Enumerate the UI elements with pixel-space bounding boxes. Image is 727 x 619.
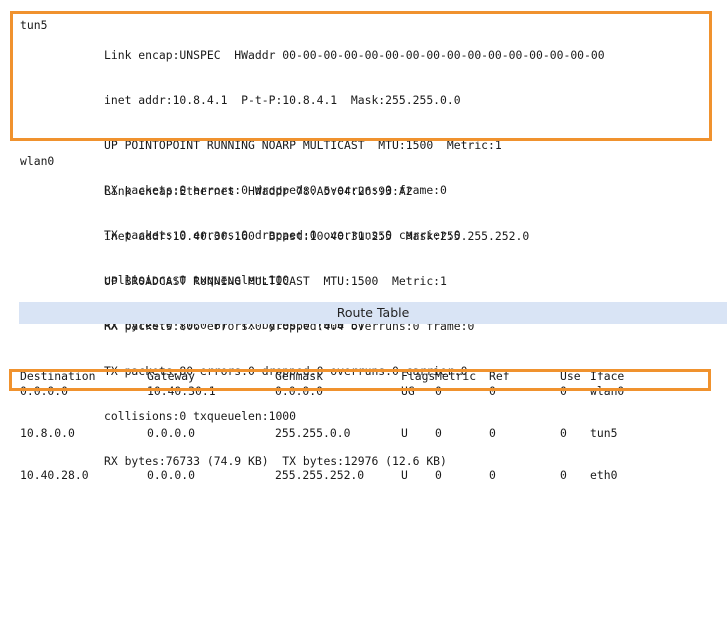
iface-line: Link encap:Ethernet HWaddr 78:A5:04:26:9… [104, 184, 413, 198]
col-header-ref: Ref [489, 369, 510, 383]
iface-line: UP POINTOPOINT RUNNING NOARP MULTICAST M… [104, 138, 502, 152]
route-table: Destination Gateway Genmask Flags Metric… [20, 339, 727, 482]
cell-iface: eth0 [590, 468, 618, 482]
iface-line: inet addr:10.8.4.1 P-t-P:10.8.4.1 Mask:2… [104, 93, 461, 107]
iface-name: wlan0 [20, 154, 55, 168]
cell-use: 0 [560, 384, 567, 398]
table-row: 10.8.0.0 0.0.0.0 255.255.0.0 U 0 0 0 tun… [20, 426, 617, 440]
cell-use: 0 [560, 468, 567, 482]
iface-line: UP BROADCAST RUNNING MULTICAST MTU:1500 … [104, 274, 447, 288]
cell-destination: 0.0.0.0 [20, 384, 69, 398]
cell-flags: U [401, 468, 408, 482]
terminal-output: { "interfaces": [ { "name": "tun5", "lin… [0, 0, 727, 482]
cell-destination: 10.8.0.0 [20, 426, 75, 440]
col-header-genmask: Genmask [275, 369, 324, 383]
cell-flags: UG [401, 384, 415, 398]
cell-gateway: 0.0.0.0 [147, 426, 196, 440]
cell-ref: 0 [489, 426, 496, 440]
col-header-flags: Flags [401, 369, 436, 383]
cell-metric: 0 [435, 426, 442, 440]
route-table-header-bar: Route Table [19, 302, 727, 324]
route-table-body: 0.0.0.0 10.40.30.1 0.0.0.0 UG 0 0 0 wlan… [20, 355, 624, 511]
cell-use: 0 [560, 426, 567, 440]
route-table-header-row: Destination Gateway Genmask Flags Metric… [20, 369, 727, 383]
iface-line: Link encap:UNSPEC HWaddr 00-00-00-00-00-… [104, 48, 605, 62]
iface-block-wlan0: wlan0 Link encap:Ethernet HWaddr 78:A5:0… [0, 154, 727, 468]
col-header-use: Use [560, 369, 581, 383]
iface-details: Link encap:Ethernet HWaddr 78:A5:04:26:9… [104, 154, 529, 499]
cell-destination: 10.40.28.0 [20, 468, 89, 482]
cell-genmask: 255.255.252.0 [275, 468, 365, 482]
cell-metric: 0 [435, 468, 442, 482]
iface-block-tun5: tun5 Link encap:UNSPEC HWaddr 00-00-00-0… [0, 18, 727, 332]
table-row: 10.40.28.0 0.0.0.0 255.255.252.0 U 0 0 0… [20, 468, 617, 482]
iface-line: RX bytes:76733 (74.9 KB) TX bytes:12976 … [104, 454, 447, 468]
cell-iface: wlan0 [590, 384, 625, 398]
cell-metric: 0 [435, 384, 442, 398]
cell-gateway: 10.40.30.1 [147, 384, 216, 398]
cell-genmask: 0.0.0.0 [275, 384, 324, 398]
col-header-gateway: Gateway [147, 369, 196, 383]
col-header-metric: Metric [435, 369, 477, 383]
cell-iface: tun5 [590, 426, 618, 440]
route-table-title: Route Table [336, 305, 410, 320]
cell-flags: U [401, 426, 408, 440]
col-header-iface: Iface [590, 369, 625, 383]
table-row: 0.0.0.0 10.40.30.1 0.0.0.0 UG 0 0 0 wlan… [20, 384, 624, 398]
cell-ref: 0 [489, 384, 496, 398]
iface-line: inet addr:10.40.30.160 Bcast:10.40.31.25… [104, 229, 530, 243]
iface-name: tun5 [20, 18, 48, 32]
cell-ref: 0 [489, 468, 496, 482]
cell-genmask: 255.255.0.0 [275, 426, 351, 440]
cell-gateway: 0.0.0.0 [147, 468, 196, 482]
